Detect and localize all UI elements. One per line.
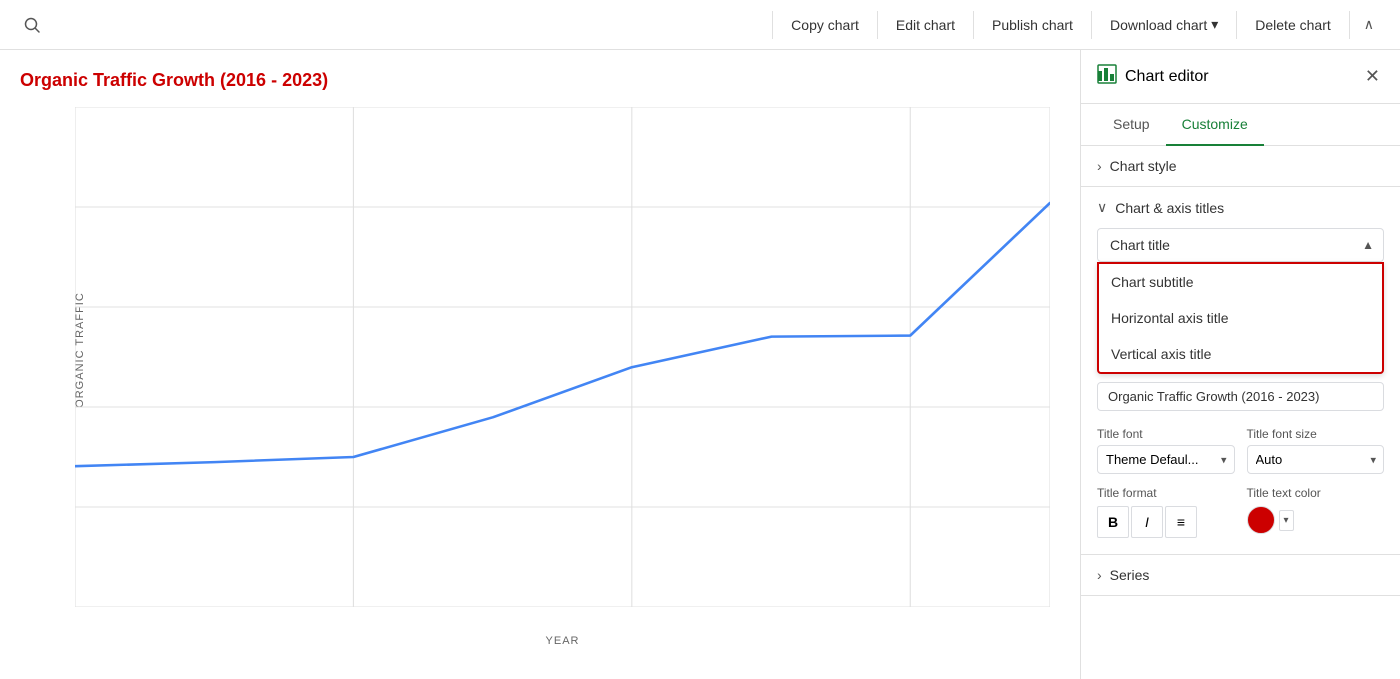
main-container: Organic Traffic Growth (2016 - 2023) ORG… [0,50,1400,679]
chart-svg-container: 250,000 200,000 150,000 100,000 50,000 0… [75,107,1050,607]
chart-style-section: › Chart style [1081,146,1400,187]
panel-tabs: Setup Customize [1081,104,1400,146]
format-buttons: B I ≡ [1097,506,1235,538]
menu-item-chart-subtitle[interactable]: Chart subtitle [1099,264,1382,300]
title-font-size-select[interactable]: Auto [1247,445,1385,474]
format-controls-row: Title format B I ≡ Title text color ▾ [1097,486,1384,538]
title-text-input[interactable] [1097,382,1384,411]
toolbar-divider-3 [973,11,974,39]
font-controls-row: Title font Theme Defaul... Title font si… [1097,427,1384,474]
search-button[interactable] [16,9,48,41]
delete-chart-button[interactable]: Delete chart [1241,11,1344,39]
color-picker-row: ▾ [1247,506,1385,534]
chart-style-label: Chart style [1110,158,1177,174]
title-format-group: Title format B I ≡ [1097,486,1235,538]
title-text-color-group: Title text color ▾ [1247,486,1385,538]
chart-container: ORGANIC TRAFFIC 25 [20,107,1050,647]
edit-chart-button[interactable]: Edit chart [882,11,969,39]
toolbar-divider-6 [1349,11,1350,39]
bold-button[interactable]: B [1097,506,1129,538]
series-label: Series [1110,567,1150,583]
title-format-label: Title format [1097,486,1235,500]
search-icon[interactable] [16,9,48,41]
collapse-button[interactable]: ∧ [1354,10,1384,39]
title-text-color-label: Title text color [1247,486,1385,500]
series-section: › Series [1081,555,1400,596]
tab-customize[interactable]: Customize [1166,104,1264,146]
series-header[interactable]: › Series [1081,555,1400,595]
chart-axis-titles-header[interactable]: ∨ Chart & axis titles [1081,187,1400,228]
title-font-label: Title font [1097,427,1235,441]
panel-chart-icon [1097,64,1117,90]
title-font-size-label: Title font size [1247,427,1385,441]
menu-item-vertical-axis-title[interactable]: Vertical axis title [1099,336,1382,372]
title-text-row [1097,382,1384,411]
chart-title: Organic Traffic Growth (2016 - 2023) [20,70,1050,91]
download-chart-label: Download chart [1110,17,1207,33]
chart-style-header[interactable]: › Chart style [1081,146,1400,186]
menu-item-horizontal-axis-title[interactable]: Horizontal axis title [1099,300,1382,336]
chart-axis-titles-chevron-icon: ∨ [1097,199,1107,216]
title-font-group: Title font Theme Defaul... [1097,427,1235,474]
toolbar: Copy chart Edit chart Publish chart Down… [0,0,1400,50]
panel-title: Chart editor [1125,68,1361,86]
toolbar-divider-1 [772,11,773,39]
x-axis-label: YEAR [75,635,1050,647]
title-type-dropdown-menu: Chart subtitle Horizontal axis title Ver… [1097,262,1384,374]
right-panel: Chart editor ✕ Setup Customize › Chart s… [1080,50,1400,679]
title-font-size-group: Title font size Auto [1247,427,1385,474]
toolbar-divider-2 [877,11,878,39]
chart-axis-titles-content: Chart title Chart subtitle Horizontal ax… [1081,228,1400,554]
toolbar-divider-5 [1236,11,1237,39]
toolbar-divider-4 [1091,11,1092,39]
line-chart-svg: 250,000 200,000 150,000 100,000 50,000 0… [75,107,1050,607]
series-chevron-icon: › [1097,567,1102,583]
copy-chart-button[interactable]: Copy chart [777,11,873,39]
publish-chart-button[interactable]: Publish chart [978,11,1087,39]
download-arrow-icon: ▾ [1211,16,1218,33]
title-type-dropdown-row: Chart title Chart subtitle Horizontal ax… [1097,228,1384,262]
align-button[interactable]: ≡ [1165,506,1197,538]
download-chart-button[interactable]: Download chart ▾ [1096,10,1232,39]
panel-close-button[interactable]: ✕ [1361,62,1384,91]
title-type-dropdown[interactable]: Chart title Chart subtitle Horizontal ax… [1097,228,1384,262]
title-color-swatch[interactable] [1247,506,1275,534]
title-color-dropdown-button[interactable]: ▾ [1279,510,1294,531]
chart-area: Organic Traffic Growth (2016 - 2023) ORG… [0,50,1080,679]
title-font-select[interactable]: Theme Defaul... [1097,445,1235,474]
panel-header: Chart editor ✕ [1081,50,1400,104]
italic-button[interactable]: I [1131,506,1163,538]
chart-axis-titles-section: ∨ Chart & axis titles Chart title Chart … [1081,187,1400,555]
title-font-size-select-wrap: Auto [1247,445,1385,474]
chart-style-chevron-icon: › [1097,158,1102,174]
title-font-select-wrap: Theme Defaul... [1097,445,1235,474]
chart-axis-titles-label: Chart & axis titles [1115,200,1224,216]
tab-setup[interactable]: Setup [1097,104,1166,146]
